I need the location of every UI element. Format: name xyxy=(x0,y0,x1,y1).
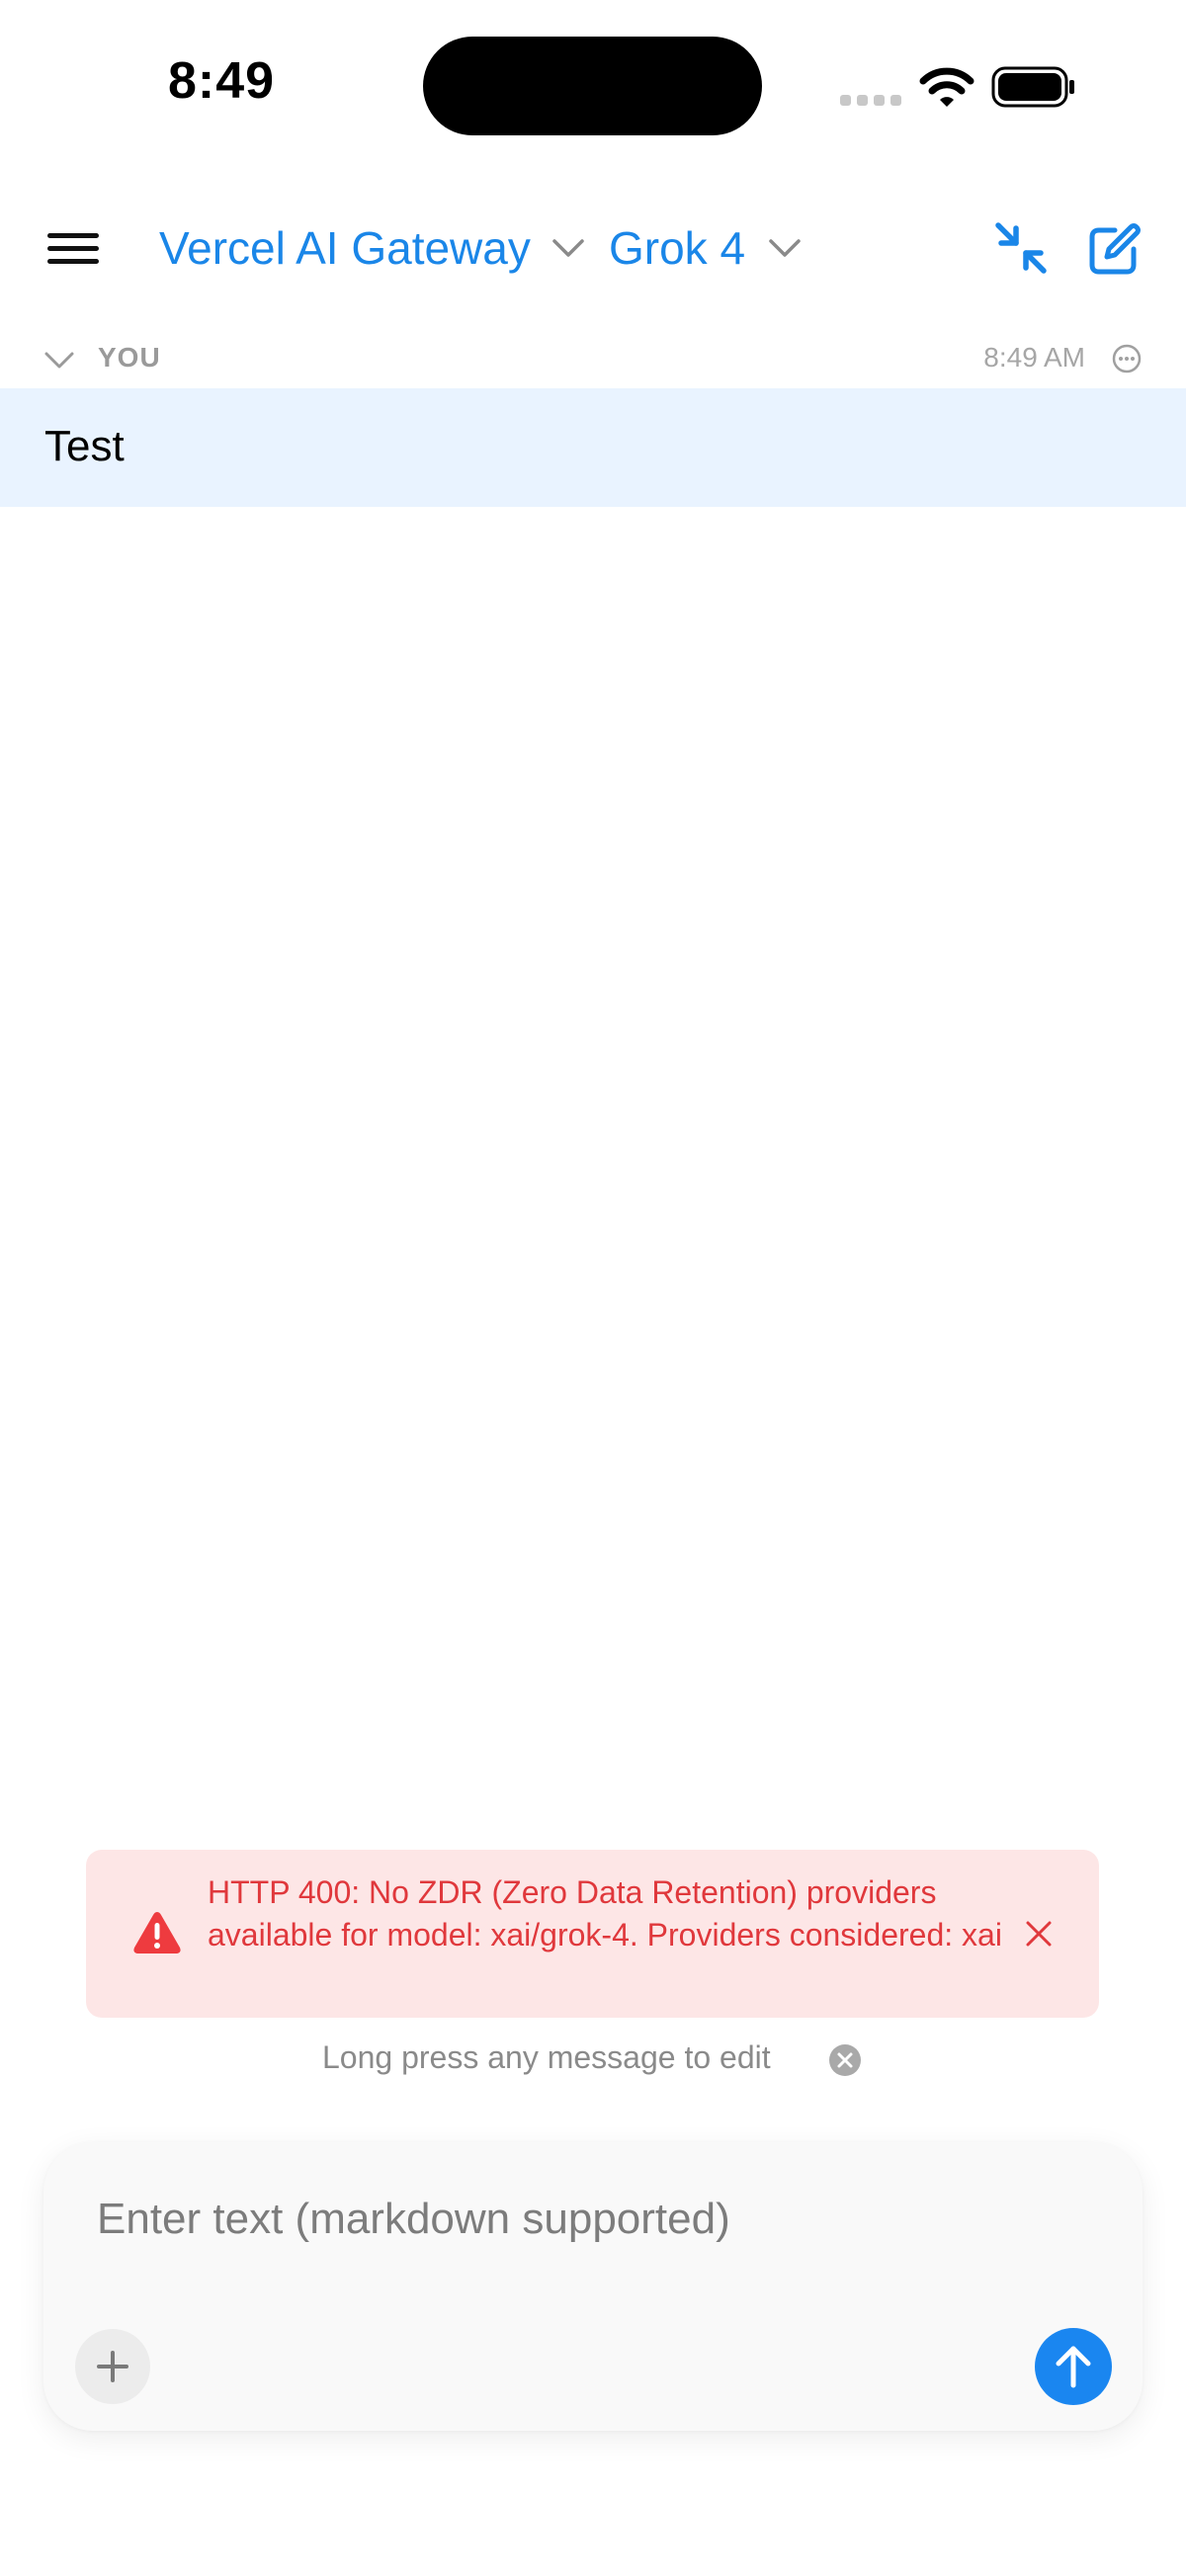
status-time: 8:49 xyxy=(168,52,276,110)
plus-icon xyxy=(97,2351,128,2382)
send-button[interactable] xyxy=(1035,2328,1112,2405)
arrow-up-icon xyxy=(1056,2346,1091,2388)
model-chevron-down-icon[interactable] xyxy=(767,233,803,263)
battery-icon xyxy=(991,66,1074,108)
provider-selector[interactable]: Vercel AI Gateway xyxy=(159,221,531,275)
edit-hint: Long press any message to edit xyxy=(322,2039,771,2075)
provider-chevron-down-icon[interactable] xyxy=(551,233,586,263)
error-message: HTTP 400: No ZDR (Zero Data Retention) p… xyxy=(208,1874,1002,1953)
compose-icon[interactable] xyxy=(1087,221,1143,277)
composer xyxy=(43,2142,1143,2431)
attach-button[interactable] xyxy=(75,2329,150,2404)
dynamic-island xyxy=(423,37,762,135)
user-message[interactable] xyxy=(0,388,1186,507)
model-selector[interactable]: Grok 4 xyxy=(609,221,745,275)
message-input[interactable] xyxy=(97,2188,1065,2251)
ellipsis-circle-icon[interactable] xyxy=(1111,343,1143,374)
wifi-icon xyxy=(919,67,974,107)
message-author: YOU xyxy=(98,342,161,373)
arrows-collapse-icon[interactable] xyxy=(992,219,1050,277)
hamburger-menu-icon[interactable] xyxy=(47,233,101,265)
close-circle-icon[interactable] xyxy=(828,2043,862,2077)
message-timestamp: 8:49 AM xyxy=(983,342,1085,373)
warning-triangle-icon xyxy=(133,1912,181,1953)
close-icon[interactable] xyxy=(1024,1919,1054,1949)
message-collapse-chevron-icon[interactable] xyxy=(43,348,75,374)
message-text: Test xyxy=(44,422,125,470)
cellular-signal-icon xyxy=(840,95,903,107)
